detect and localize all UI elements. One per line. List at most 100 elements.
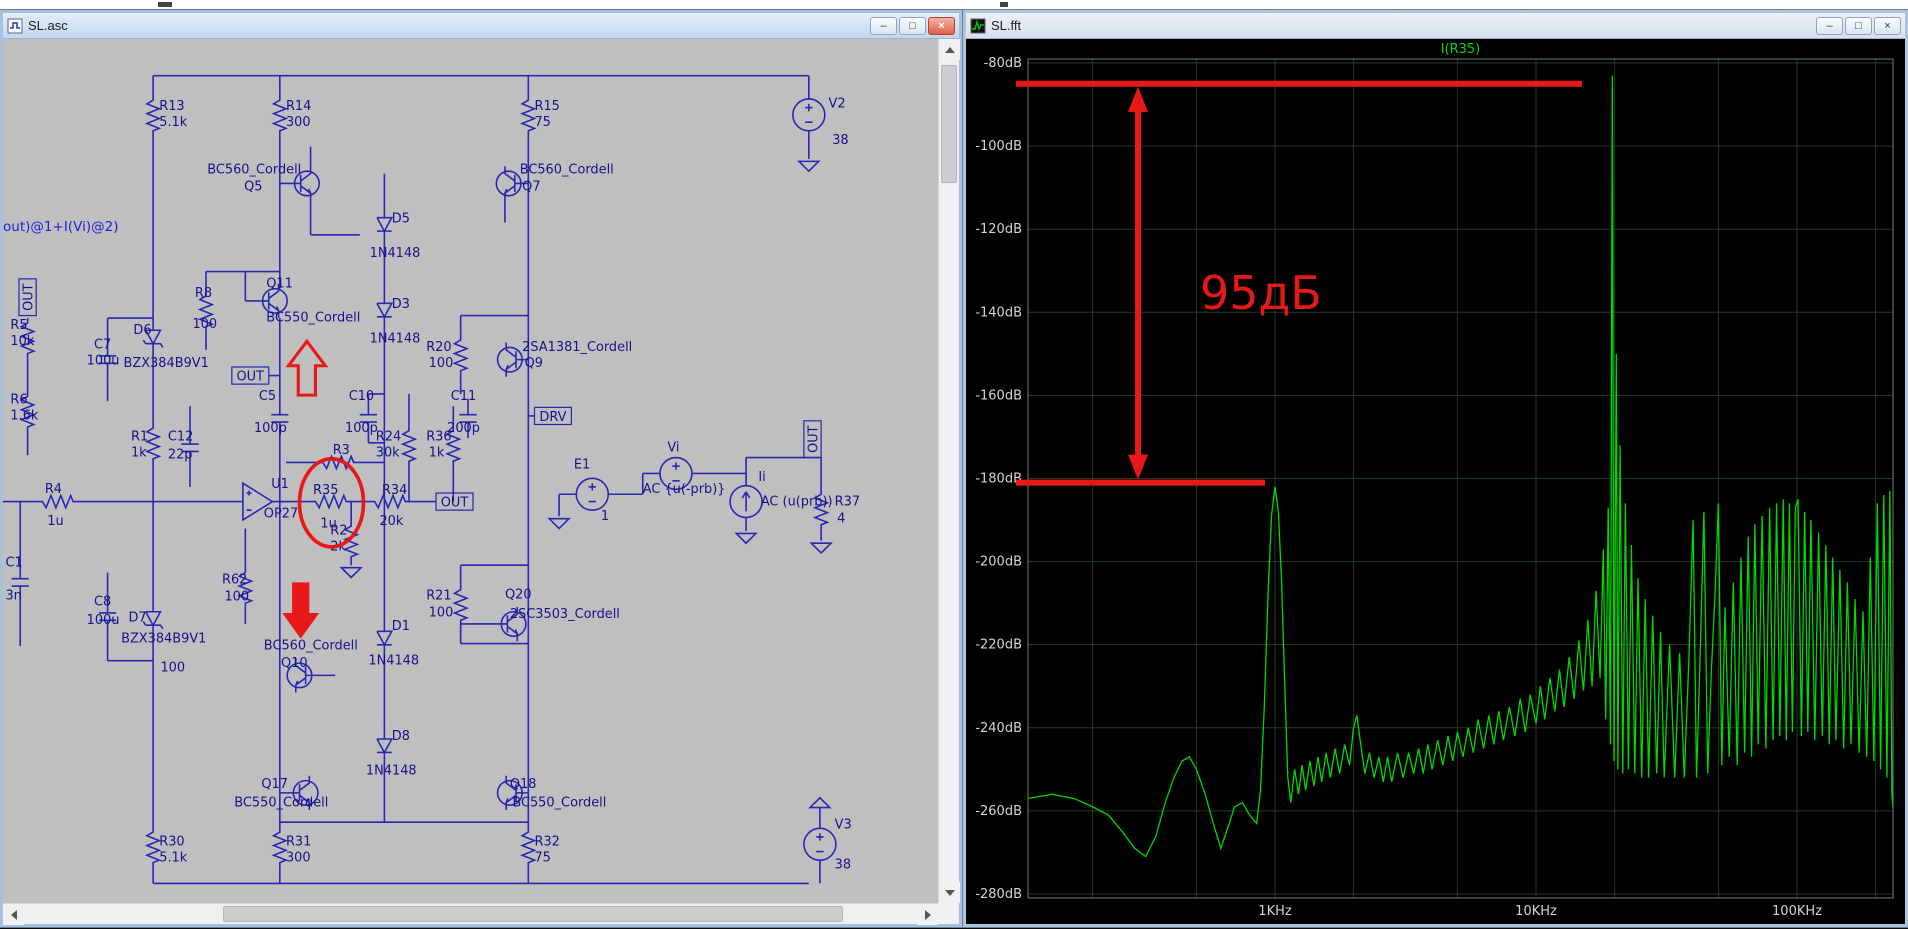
spice-directive-text: out)@1+I(Vi)@2) — [3, 219, 119, 235]
component-label: 1N4148 — [370, 332, 421, 347]
plot-title: I(R35) — [1441, 42, 1481, 57]
component-label: 20k — [379, 514, 403, 529]
resistor-symbol — [272, 826, 287, 868]
component-label: 300 — [286, 115, 311, 130]
component-symbols-layer — [10, 94, 837, 868]
component-label: 1N4148 — [368, 653, 419, 668]
component-label: C10 — [349, 389, 374, 404]
horizontal-scroll-thumb[interactable] — [223, 906, 843, 922]
ground-symbol — [340, 566, 362, 579]
resistor-symbol — [272, 94, 287, 136]
close-button[interactable]: × — [928, 16, 955, 35]
voltage-source-symbol — [575, 477, 610, 511]
plot-trace-layer — [1027, 75, 1894, 858]
component-label: 5.1k — [159, 115, 188, 130]
scroll-right-button[interactable] — [917, 904, 938, 925]
pnp-transistor-symbol — [496, 341, 526, 378]
scroll-up-button[interactable] — [939, 39, 960, 60]
close-button[interactable]: × — [1874, 16, 1901, 35]
net-label: OUT — [435, 492, 474, 511]
y-axis-tick-label: -80dB — [984, 56, 1022, 71]
current-source-symbol — [729, 484, 763, 519]
component-label: Q9 — [525, 356, 543, 371]
wires-layer — [3, 74, 822, 885]
waveform-file-icon — [970, 18, 986, 34]
component-label: R35 — [313, 483, 338, 498]
component-label: D5 — [392, 212, 410, 227]
vertical-scrollbar[interactable] — [938, 39, 960, 903]
x-axis-tick-label: 100KHz — [1772, 904, 1822, 919]
ground-symbol — [809, 796, 831, 809]
y-axis-tick-label: -100dB — [975, 139, 1022, 154]
component-label: 100 — [192, 317, 217, 332]
y-axis-tick-label: -220dB — [975, 638, 1022, 653]
component-label: Q20 — [505, 587, 532, 602]
desktop-artifact — [158, 2, 172, 7]
component-label: R8 — [195, 286, 212, 301]
component-label: 100 — [429, 356, 454, 371]
resistor-symbol — [521, 826, 536, 868]
fft-window: SL.fft – □ × -80dB -100dB -120dB -140dB -160… — [963, 10, 1908, 927]
component-label: 100u — [87, 613, 120, 628]
component-label: Q11 — [266, 276, 293, 291]
vertical-scroll-thumb[interactable] — [941, 65, 957, 183]
plot-grid-layer — [1027, 58, 1894, 899]
component-label: 100 — [224, 590, 249, 605]
component-label: R31 — [286, 835, 311, 850]
fft-plot-area: -80dB -100dB -120dB -140dB -160dB -180dB -200d… — [966, 39, 1905, 924]
horizontal-scrollbar[interactable] — [3, 903, 938, 925]
scroll-right-icon — [924, 909, 931, 920]
component-label: 200p — [447, 421, 480, 436]
fft-plot-canvas[interactable]: -80dB -100dB -120dB -140dB -160dB -180dB -200d… — [966, 39, 1905, 924]
voltage-source-symbol — [792, 98, 826, 132]
net-labels-layer: OUT OUT DRV OUT OUT — [18, 278, 822, 511]
resistor-symbol — [146, 422, 161, 464]
component-label: BC550_Cordell — [512, 795, 606, 810]
component-label: 22p — [168, 448, 193, 463]
component-label: 38 — [832, 133, 848, 148]
minimize-button[interactable]: – — [1816, 16, 1843, 35]
schematic-file-icon — [7, 18, 23, 34]
component-label: R34 — [382, 483, 407, 498]
component-label: 100 — [160, 661, 185, 676]
component-label: BZX384B9V1 — [121, 631, 206, 646]
schematic-canvas[interactable]: OUTOUTDRVOUTOUT R135.1kR14300R1575V238BC… — [3, 39, 938, 903]
component-label: R30 — [159, 835, 184, 850]
resistor-symbol — [521, 94, 536, 136]
component-label: D8 — [392, 729, 410, 744]
component-label: 1u — [47, 514, 63, 529]
scroll-down-button[interactable] — [939, 882, 960, 903]
maximize-button[interactable]: □ — [899, 16, 926, 35]
component-label: Q10 — [281, 656, 308, 671]
resistor-symbol — [146, 94, 161, 136]
scroll-left-button[interactable] — [3, 904, 24, 925]
component-label: C7 — [94, 338, 111, 353]
svg-text:OUT: OUT — [21, 283, 36, 310]
annotation-text: 95дБ — [1200, 266, 1322, 320]
top-strip — [0, 0, 1908, 10]
component-label: AC {u(-prb)} — [643, 482, 726, 497]
component-label: R62 — [222, 573, 247, 588]
component-label: 30k — [376, 445, 400, 460]
component-label: R4 — [45, 482, 62, 497]
component-label: 1k — [429, 445, 445, 460]
svg-text:OUT: OUT — [441, 496, 469, 511]
component-label: 1k — [131, 445, 147, 460]
component-label: 2SA1381_Cordell — [522, 340, 632, 355]
component-label: 75 — [534, 115, 550, 130]
component-label: C1 — [5, 555, 22, 570]
component-label: 4 — [837, 511, 845, 526]
minimize-button[interactable]: – — [870, 16, 897, 35]
component-label: E1 — [574, 458, 590, 473]
component-label: 1N4148 — [366, 764, 417, 779]
svg-text:DRV: DRV — [539, 410, 566, 425]
fft-titlebar[interactable]: SL.fft – □ × — [966, 13, 1905, 39]
y-axis-tick-label: -260dB — [975, 804, 1022, 819]
maximize-button[interactable]: □ — [1845, 16, 1872, 35]
x-axis-tick-label: 10KHz — [1515, 904, 1557, 919]
component-label: R36 — [426, 429, 451, 444]
component-label: Q5 — [244, 180, 262, 195]
component-label: 100p — [345, 421, 378, 436]
schematic-titlebar[interactable]: SL.asc – □ × — [3, 13, 959, 39]
component-label: R37 — [835, 494, 860, 509]
